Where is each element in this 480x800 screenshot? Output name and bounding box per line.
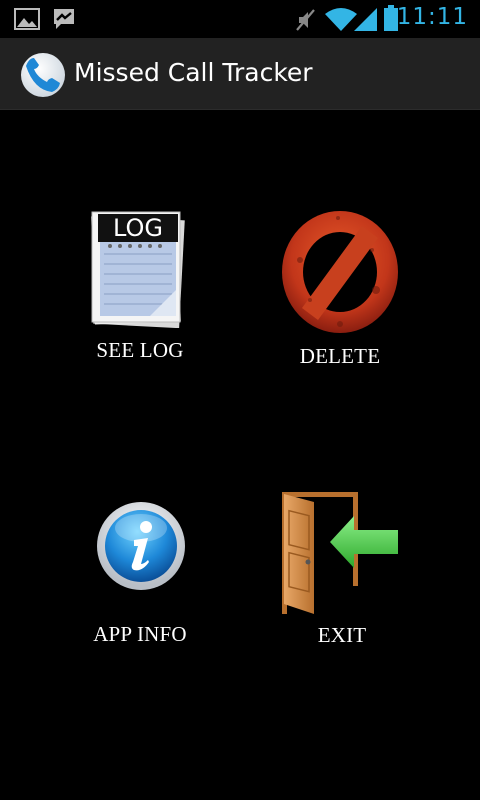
mute-icon: [296, 9, 315, 31]
info-icon: [97, 502, 185, 590]
phone-handset-icon[interactable]: [20, 52, 66, 98]
log-icon-text: LOG: [113, 214, 163, 242]
action-bar: Missed Call Tracker: [0, 38, 480, 110]
status-clock: 11:11: [396, 4, 468, 30]
delete-label: DELETE: [299, 344, 381, 368]
no-sign-icon: [282, 211, 398, 333]
hangouts-notification-icon: [54, 9, 74, 29]
exit-button[interactable]: EXIT: [270, 485, 414, 650]
app-title: Missed Call Tracker: [74, 58, 313, 87]
exit-label: EXIT: [317, 623, 367, 647]
app-info-label: APP INFO: [93, 622, 187, 646]
status-bar: 11:11: [0, 0, 480, 38]
app-info-button[interactable]: APP INFO: [70, 490, 210, 650]
see-log-button[interactable]: LOG SEE LOG: [70, 205, 210, 375]
exit-door-icon: [282, 492, 398, 614]
log-notepad-icon: LOG: [91, 211, 185, 328]
gallery-notification-icon: [14, 8, 40, 30]
signal-icon: [354, 8, 377, 31]
see-log-label: SEE LOG: [96, 338, 184, 362]
delete-button[interactable]: DELETE: [270, 205, 410, 375]
